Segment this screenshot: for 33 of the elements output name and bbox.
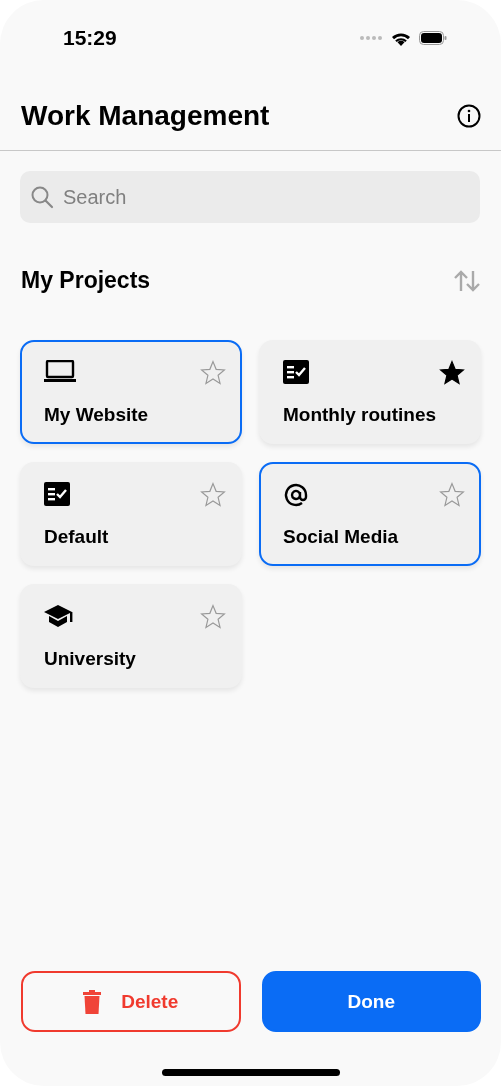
search-field[interactable]: Search — [20, 171, 480, 223]
trash-icon — [83, 989, 102, 1014]
info-icon[interactable] — [457, 104, 481, 128]
at-sign-icon — [283, 482, 309, 508]
star-icon[interactable] — [200, 604, 226, 630]
star-icon[interactable] — [200, 482, 226, 508]
project-card[interactable]: University — [20, 584, 242, 688]
sort-icon[interactable] — [453, 268, 481, 293]
section-title: My Projects — [21, 267, 151, 294]
graduation-cap-icon — [44, 604, 74, 628]
checklist-icon — [283, 360, 309, 384]
project-name: My Website — [44, 404, 150, 426]
battery-icon — [419, 31, 447, 45]
project-card[interactable]: My Website — [20, 340, 242, 444]
laptop-icon — [44, 360, 76, 382]
project-name: Monthly routines — [283, 404, 438, 426]
signal-icon — [359, 35, 383, 41]
star-icon[interactable] — [200, 360, 226, 386]
project-card[interactable]: Default — [20, 462, 242, 566]
project-card[interactable]: Monthly routines — [259, 340, 481, 444]
project-name: Default — [44, 526, 110, 548]
project-name: Social Media — [283, 526, 400, 548]
page-title: Work Management — [21, 100, 270, 132]
project-card[interactable]: Social Media — [259, 462, 481, 566]
done-button[interactable]: Done — [261, 971, 481, 1032]
wifi-icon — [391, 30, 411, 46]
checklist-icon — [44, 482, 70, 506]
search-icon — [30, 185, 54, 209]
star-icon[interactable] — [439, 360, 465, 386]
status-time: 15:29 — [63, 26, 117, 50]
delete-button[interactable]: Delete — [21, 971, 241, 1032]
project-name: University — [44, 648, 137, 670]
star-icon[interactable] — [439, 482, 465, 508]
